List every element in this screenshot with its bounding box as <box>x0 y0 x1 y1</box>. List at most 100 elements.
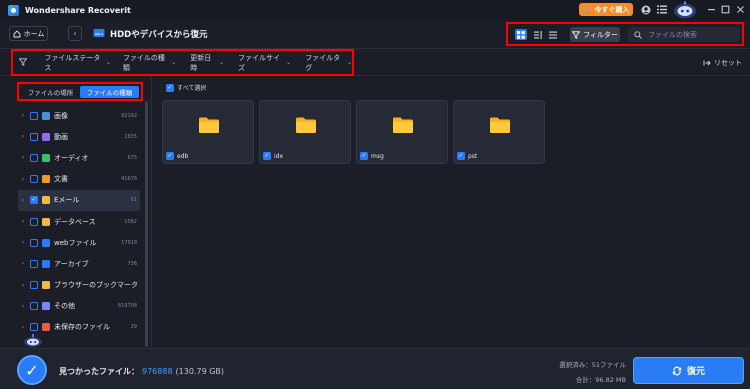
sidebar-tree-item[interactable]: › ブラウザーのブックマーク 4 <box>18 275 140 296</box>
close-icon[interactable] <box>735 4 746 15</box>
file-type-icon <box>42 302 50 311</box>
chevron-down-icon: ⌄ <box>105 59 111 66</box>
folder-card[interactable]: pst <box>453 100 545 164</box>
funnel-icon <box>18 57 28 68</box>
tree-item-count: 4 <box>133 282 137 289</box>
folder-checkbox[interactable] <box>360 152 368 160</box>
list-view-icon[interactable] <box>532 29 544 40</box>
tab-file-location[interactable]: ファイルの場所 <box>21 86 80 98</box>
title-bar: Wondershare Recoverit 🛒 今すぐ購入 <box>0 0 750 20</box>
folder-name: msg <box>371 152 384 160</box>
folder-name: pst <box>468 152 478 160</box>
filter-file-size[interactable]: ファイルサイズ ⌄ <box>238 53 291 73</box>
tree-item-checkbox[interactable] <box>30 153 38 162</box>
chevron-right-icon[interactable]: › <box>18 260 28 267</box>
select-all-check-icon <box>166 83 174 92</box>
footer: ✓ 見つかったファイル： 976888 (130.79 GB) 選択済み：51フ… <box>0 348 750 389</box>
menu-list-icon[interactable] <box>656 4 667 15</box>
file-type-icon <box>42 238 50 247</box>
filter-modified-date[interactable]: 更新日時 ⌄ <box>190 53 224 73</box>
sidebar-scrollbar[interactable] <box>145 101 148 347</box>
tree-item-checkbox[interactable] <box>30 302 38 311</box>
tree-item-count: 41676 <box>121 176 137 183</box>
chevron-right-icon[interactable]: › <box>18 112 28 119</box>
folder-icon <box>296 117 316 133</box>
chevron-right-icon[interactable]: › <box>18 197 28 204</box>
tree-item-label: webファイル <box>54 238 97 247</box>
file-type-tree: ›画像92192›動画2835›オーディオ675›文書41676›Eメール51›… <box>18 105 140 338</box>
tree-item-checkbox[interactable] <box>30 259 38 268</box>
recover-button[interactable]: 復元 <box>633 357 744 384</box>
maximize-icon[interactable] <box>720 4 731 15</box>
detail-view-icon[interactable] <box>547 29 559 40</box>
folder-name: idx <box>274 152 284 160</box>
tree-item-count: 29 <box>130 324 137 331</box>
chevron-right-icon[interactable]: › <box>18 133 28 140</box>
filter-icon <box>572 30 581 39</box>
filter-file-tag[interactable]: ファイルタグ ⌄ <box>305 53 352 73</box>
folder-checkbox[interactable] <box>263 152 271 160</box>
filter-file-tag-label: ファイルタグ <box>305 53 341 72</box>
tree-item-checkbox[interactable] <box>30 175 38 184</box>
home-button[interactable]: ホーム <box>9 26 48 41</box>
back-button[interactable]: ‹ <box>68 26 82 41</box>
search-icon <box>634 30 642 39</box>
folder-grid: edb idx msg pst <box>162 100 545 164</box>
sidebar-tree-item[interactable]: › Eメール 51 <box>18 189 140 211</box>
assistant-robot-icon[interactable] <box>672 1 698 19</box>
sidebar-tree-item[interactable]: › データベース 1062 <box>18 211 140 232</box>
reset-icon <box>703 60 711 66</box>
filter-file-type[interactable]: ファイルの種類 ⌄ <box>123 53 176 73</box>
sidebar-tree-item[interactable]: › 文書 41676 <box>18 169 140 190</box>
chevron-right-icon[interactable]: › <box>18 218 28 225</box>
sidebar-tree-item[interactable]: › アーカイブ 736 <box>18 253 140 274</box>
folder-checkbox[interactable] <box>166 152 174 160</box>
chevron-right-icon[interactable]: › <box>18 324 28 331</box>
chevron-right-icon[interactable]: › <box>18 303 28 310</box>
tree-item-checkbox[interactable] <box>30 238 38 247</box>
search-box <box>628 27 740 42</box>
tree-item-checkbox[interactable] <box>30 281 38 290</box>
sidebar-tree-item[interactable]: › その他 819708 <box>18 296 140 317</box>
folder-card[interactable]: edb <box>162 100 254 164</box>
folder-card[interactable]: msg <box>356 100 448 164</box>
tree-item-checkbox[interactable] <box>30 196 38 205</box>
sidebar-tree-item[interactable]: › 動画 2835 <box>18 126 140 147</box>
file-type-icon <box>42 217 50 226</box>
sidebar-tree-item[interactable]: › 画像 92192 <box>18 105 140 126</box>
filter-file-status[interactable]: ファイルステータス ⌄ <box>44 53 111 73</box>
recover-icon <box>672 366 682 375</box>
chevron-right-icon[interactable]: › <box>18 239 28 246</box>
sidebar-tree-item[interactable]: › オーディオ 675 <box>18 147 140 168</box>
tree-item-checkbox[interactable] <box>30 111 38 120</box>
select-all-checkbox[interactable]: すべて選択 <box>164 83 206 92</box>
tree-item-checkbox[interactable] <box>30 217 38 226</box>
chevron-right-icon[interactable]: › <box>18 176 28 183</box>
buy-now-button[interactable]: 🛒 今すぐ購入 <box>579 3 633 16</box>
tree-item-label: Eメール <box>54 196 80 205</box>
folder-card[interactable]: idx <box>259 100 351 164</box>
chevron-down-icon: ⌄ <box>218 59 224 66</box>
tree-item-label: ブラウザーのブックマーク <box>54 281 138 290</box>
grid-view-icon[interactable] <box>515 29 527 40</box>
file-type-icon <box>42 281 50 290</box>
recover-label: 復元 <box>686 367 705 377</box>
tree-item-checkbox[interactable] <box>30 132 38 141</box>
chevron-right-icon[interactable]: › <box>18 154 28 161</box>
minimize-icon[interactable] <box>706 4 717 15</box>
folder-icon <box>393 117 413 133</box>
tree-item-count: 819708 <box>117 303 137 310</box>
sidebar-tree-item[interactable]: › webファイル 17918 <box>18 232 140 253</box>
folder-card-footer: msg <box>360 152 384 160</box>
account-icon[interactable] <box>640 4 651 15</box>
tab-file-type[interactable]: ファイルの種類 <box>80 85 139 98</box>
reset-button[interactable]: リセット <box>703 58 742 68</box>
tree-item-count: 2835 <box>124 133 137 140</box>
tree-item-checkbox[interactable] <box>30 323 38 332</box>
chevron-right-icon[interactable]: › <box>18 282 28 289</box>
chevron-down-icon: ⌄ <box>346 59 353 66</box>
chevron-down-icon: ⌄ <box>286 59 292 66</box>
search-input[interactable] <box>648 30 734 39</box>
folder-checkbox[interactable] <box>457 152 465 160</box>
filter-button[interactable]: フィルター <box>570 27 620 42</box>
